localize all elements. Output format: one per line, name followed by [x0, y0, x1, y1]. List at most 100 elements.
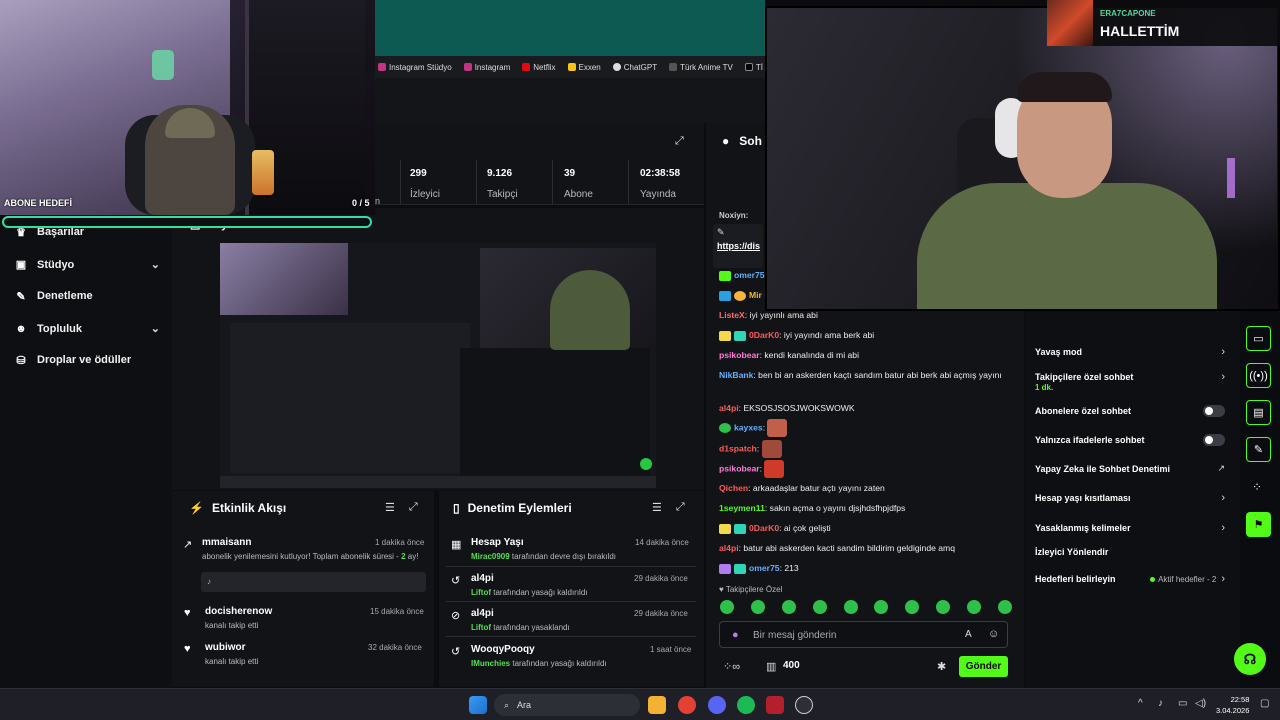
badge-icon — [719, 563, 731, 574]
folder-icon[interactable] — [648, 696, 666, 714]
subscription-icon: ↗ — [183, 539, 193, 551]
stream-preview-video[interactable] — [220, 243, 656, 488]
bookmark-item[interactable]: Netflix — [522, 63, 556, 72]
bookmark-item[interactable]: Instagram Stüdyo — [378, 63, 452, 72]
chat-message: d1spatch: — [719, 440, 1019, 458]
chevron-right-icon: › — [1221, 346, 1225, 358]
microphone-icon[interactable]: ● — [732, 629, 739, 641]
chevron-up-icon[interactable]: ^ — [1138, 698, 1143, 709]
emoji-icon[interactable]: ☺ — [988, 628, 999, 640]
undo-icon: ↺ — [451, 575, 461, 587]
search-icon: ⌕ — [504, 699, 510, 710]
setting-raid[interactable]: İzleyici Yönlendir — [1035, 547, 1225, 557]
community-icon: ☻ — [15, 322, 27, 335]
flag-icon[interactable]: ⚑ — [1246, 512, 1271, 537]
sidebar-item-studio[interactable]: ▣ Stüdyo ⌄ — [15, 258, 160, 272]
toggle-switch[interactable] — [1203, 434, 1225, 446]
bookmark-item[interactable]: Tİ — [744, 63, 763, 72]
spotify-icon[interactable] — [737, 696, 755, 714]
setting-subscribers-only: Abonelere özel sohbet — [1035, 405, 1225, 417]
send-button[interactable]: Gönder — [959, 656, 1008, 677]
chat-icon[interactable]: ▭ — [1246, 326, 1271, 351]
pinned-message[interactable]: ✎ https://dis — [713, 224, 763, 268]
chat-message: psikobear: kendi kanalında di mi abi — [719, 350, 859, 360]
filter-icon[interactable]: ☰ — [652, 501, 662, 514]
chat-message: omer75: 213 — [719, 562, 1019, 575]
toggle-switch[interactable] — [1203, 405, 1225, 417]
sub-goal-count: 0 / 5 — [352, 198, 370, 208]
subscription-message: ♪ — [201, 572, 426, 592]
chevron-down-icon: ⌄ — [150, 259, 160, 271]
badge-icon — [719, 330, 731, 341]
setting-goals[interactable]: Hedefleri belirleyin Aktif hedefler - 2 › — [1035, 573, 1225, 585]
clock[interactable]: 22:58 3.04.2026 — [1216, 694, 1249, 716]
stat-followers: 9.126 Takipçi — [487, 168, 518, 200]
bookmark-item[interactable]: Instagram — [463, 63, 510, 72]
chat-input[interactable]: ● Bir mesaj gönderin A ☺ — [719, 621, 1008, 648]
bookmarks-bar: Instagram Stüdyo Instagram Netflix Exxen… — [375, 56, 765, 78]
channel-points-icon[interactable]: ⁘∞ — [723, 660, 740, 673]
emote-button[interactable] — [874, 600, 889, 614]
tiktok-icon — [744, 63, 753, 71]
translate-icon[interactable]: A — [965, 629, 972, 640]
chat-message: 0DarK0: iyi yayındı ama berk abi — [719, 329, 1019, 342]
broadcast-icon[interactable]: ((•)) — [1246, 363, 1271, 388]
emote-button[interactable] — [936, 600, 951, 614]
external-link-icon: ↗ — [1217, 463, 1225, 473]
emote-button[interactable] — [781, 600, 796, 614]
lightning-icon: ⚡ — [189, 501, 204, 515]
bookmark-item[interactable]: ChatGPT — [612, 63, 657, 72]
chrome-icon[interactable] — [678, 696, 696, 714]
setting-followers-only[interactable]: Takipçilere özel sohbet › — [1035, 371, 1225, 383]
setting-emote-only: Yalnızca ifadelerle sohbet — [1035, 434, 1225, 446]
drops-icon: ⛁ — [16, 354, 26, 367]
emote-button[interactable] — [967, 600, 981, 614]
chat-message: psikobear: — [719, 460, 1019, 478]
volume-icon[interactable]: ◁) — [1195, 698, 1206, 709]
bookmark-item[interactable]: Türk Anime TV — [669, 63, 733, 72]
expand-icon[interactable]: ⤢ — [675, 135, 684, 148]
setting-slow-mode[interactable]: Yavaş mod › — [1035, 346, 1225, 358]
emote-button[interactable] — [843, 600, 858, 614]
microphone-icon[interactable]: ♪ — [1158, 698, 1163, 709]
expand-icon[interactable]: ⤢ — [409, 501, 418, 514]
wrench-icon[interactable]: ✎ — [1246, 437, 1271, 462]
emote-button[interactable] — [905, 600, 920, 614]
obs-app-icon[interactable] — [766, 696, 784, 714]
emote-button[interactable] — [812, 600, 827, 614]
sidebar-item-drops[interactable]: ⛁ Droplar ve ödüller — [15, 354, 160, 367]
obs-icon[interactable] — [795, 696, 813, 714]
pinned-link[interactable]: https://dis — [717, 241, 760, 251]
list-item: al4pi Liftof tarafından yasaklandı — [471, 608, 570, 632]
store-icon: ▥ — [766, 661, 777, 673]
sidebar: ♛ Başarılar ▣ Stüdyo ⌄ ✎ Denetleme ☻ Top… — [0, 210, 172, 688]
bookmark-item[interactable]: Exxen — [567, 63, 601, 72]
setting-banned-words[interactable]: Yasaklanmış kelimeler › — [1035, 522, 1225, 534]
chat-message: NikBank: ben bi an askerden kaçtı sandım… — [719, 370, 1002, 380]
instagram-icon — [378, 63, 386, 71]
gear-icon[interactable]: ✱ — [937, 660, 946, 673]
badge-icon — [734, 563, 746, 574]
emote-button[interactable] — [750, 600, 765, 614]
chat-message: kayxes: — [719, 419, 1019, 437]
layout-icon[interactable]: ▤ — [1246, 400, 1271, 425]
filter-icon[interactable]: ☰ — [385, 501, 395, 514]
help-button[interactable]: ☊ — [1234, 643, 1266, 675]
preview-dashboard — [230, 323, 470, 473]
discord-icon[interactable] — [708, 696, 726, 714]
emote-button[interactable] — [720, 600, 734, 614]
expand-icon[interactable]: ⤢ — [676, 501, 685, 514]
windows-start-icon[interactable] — [469, 696, 487, 714]
taskbar-search[interactable]: ⌕ Ara — [494, 694, 640, 716]
sidebar-item-moderation[interactable]: ✎ Denetleme — [15, 290, 160, 303]
list-item: Hesap Yaşı Mirac0909 tarafından devre dı… — [471, 537, 616, 561]
emote-button[interactable] — [997, 600, 1012, 614]
setting-account-age[interactable]: Hesap yaşı kısıtlaması › — [1035, 492, 1225, 504]
setting-ai-moderation[interactable]: Yapay Zeka ile Sohbet Denetimi ↗ — [1035, 463, 1225, 474]
network-icon[interactable]: ▭ — [1178, 698, 1187, 709]
apps-icon[interactable]: ⁘ — [1252, 480, 1262, 494]
chat-message: al4pi: EKSOSJSOSJWOKSWOWK — [719, 403, 855, 413]
sidebar-item-community[interactable]: ☻ Topluluk ⌄ — [15, 322, 160, 336]
emote-icon — [761, 440, 782, 458]
notification-icon[interactable]: ▢ — [1260, 698, 1269, 709]
